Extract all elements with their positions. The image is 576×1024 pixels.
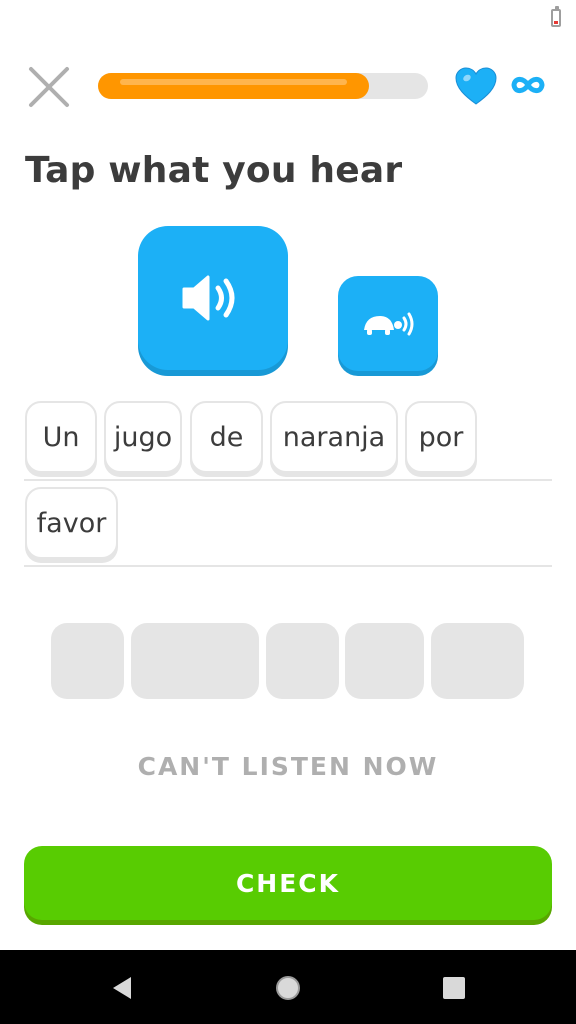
page-title: Tap what you hear xyxy=(25,150,403,191)
answer-tile[interactable]: favor xyxy=(25,487,118,559)
close-icon xyxy=(29,67,69,107)
lesson-progress-bar xyxy=(98,73,428,99)
check-button[interactable]: CHECK xyxy=(24,846,552,920)
word-bank-slot xyxy=(266,623,339,699)
battery-icon xyxy=(551,6,561,27)
play-audio-button[interactable] xyxy=(138,226,288,370)
recent-apps-icon[interactable] xyxy=(443,977,465,999)
play-slow-audio-button[interactable] xyxy=(338,276,438,371)
close-button[interactable] xyxy=(26,64,72,110)
word-bank-slot xyxy=(345,623,424,699)
answer-tile[interactable]: Un xyxy=(25,401,97,473)
answer-line xyxy=(24,565,552,567)
answer-tile[interactable]: naranja xyxy=(270,401,398,473)
speaker-icon xyxy=(182,275,235,321)
answer-tile[interactable]: de xyxy=(190,401,263,473)
back-icon[interactable] xyxy=(111,975,133,1001)
word-bank-slot xyxy=(51,623,124,699)
answer-tile[interactable]: jugo xyxy=(104,401,182,473)
turtle-icon xyxy=(364,312,414,335)
word-bank-slot xyxy=(131,623,259,699)
progress-fill xyxy=(98,73,369,99)
status-bar xyxy=(0,0,576,36)
answer-line xyxy=(24,479,552,481)
answer-tile[interactable]: por xyxy=(405,401,477,473)
heart-icon xyxy=(455,67,497,105)
home-icon[interactable] xyxy=(275,975,301,1001)
cant-listen-button[interactable]: CAN'T LISTEN NOW xyxy=(0,752,576,781)
word-bank-slot xyxy=(431,623,524,699)
infinity-icon xyxy=(511,76,545,94)
